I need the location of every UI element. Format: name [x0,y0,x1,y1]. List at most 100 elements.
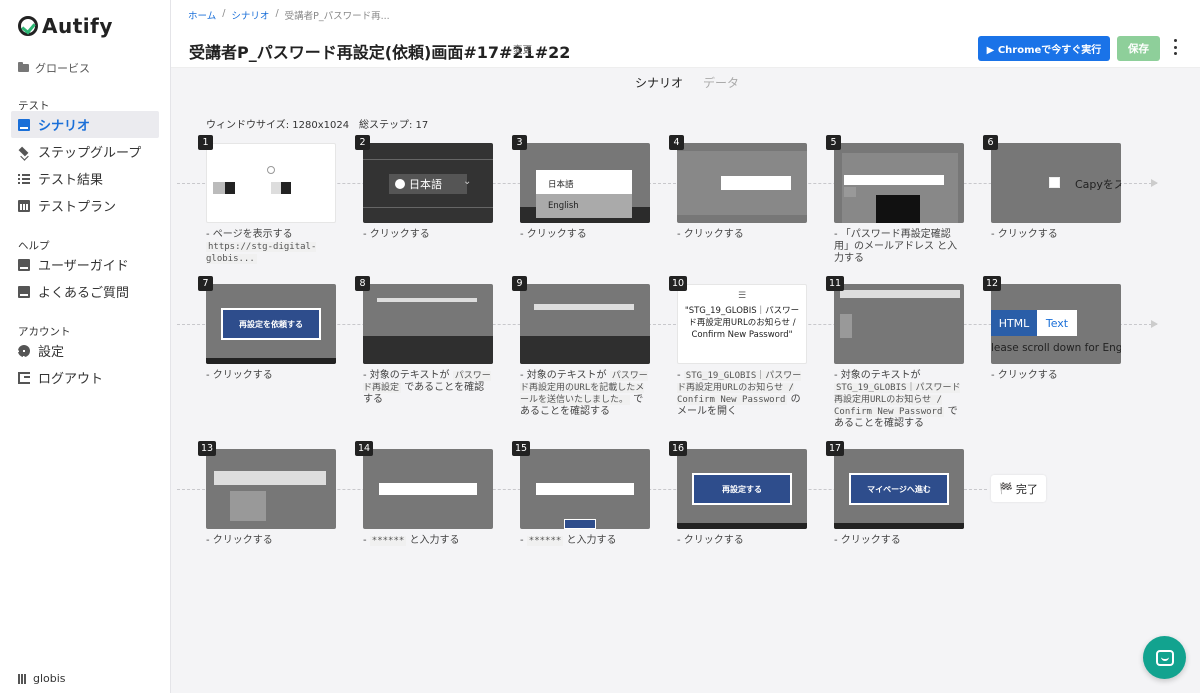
tab-data[interactable]: データ [703,74,739,91]
checkered-flag-icon: 🏁 [999,482,1013,495]
step-card[interactable]: 13 - クリックする [198,441,336,547]
step-card[interactable]: 8 - 対象のテキストが パスワード再設定 であることを確認する [355,276,493,406]
total-steps: 総ステップ: 17 [359,120,429,131]
sidebar: Autify グロービス テスト シナリオ ステップグループ テスト結果 テスト… [0,0,171,693]
step-number: 12 [983,276,1002,291]
book-icon [18,118,30,131]
step-thumbnail [520,284,650,364]
list-icon [18,172,30,185]
chat-icon [1155,649,1174,666]
calendar-icon [18,199,30,212]
step-card[interactable]: 6 Capyをス - クリックする [983,135,1121,241]
step-thumbnail [520,449,650,529]
sidebar-item-test-results[interactable]: テスト結果 [11,165,159,192]
step-description: - STG_19_GLOBIS｜パスワード再設定用URLのお知らせ / Conf… [677,370,802,417]
step-card[interactable]: 17 マイページへ進む - クリックする [826,441,964,547]
sidebar-item-logout[interactable]: ログアウト [11,364,159,391]
step-description: - クリックする [991,229,1058,240]
sidebar-item-label: 設定 [38,345,65,360]
breadcrumb-scenario[interactable]: シナリオ [231,8,269,22]
tabs: シナリオ データ [171,67,1200,96]
step-card[interactable]: 4 - クリックする [669,135,807,241]
step-description: - クリックする [206,370,273,381]
step-description: - 対象のテキストが パスワード再設定 であることを確認する [363,370,491,405]
save-button[interactable]: 保存 [1117,36,1160,61]
sidebar-item-test-plan[interactable]: テストプラン [11,192,159,219]
step-description: - クリックする [206,535,273,546]
step-card[interactable]: 7 再設定を依頼する - クリックする [198,276,336,382]
step-card[interactable]: 12 HTML Text lease scroll down for Eng -… [983,276,1121,382]
list-icon: ☰ [738,291,747,301]
step-card[interactable]: 11 - 対象のテキストが STG_19_GLOBIS｜パスワード再設定用URL… [826,276,964,430]
sidebar-item-faq[interactable]: よくあるご質問 [11,278,159,305]
step-number: 14 [355,441,374,456]
step-number: 7 [198,276,213,291]
project-selector[interactable]: グロービス [18,60,90,76]
step-description: - クリックする [677,535,744,546]
sidebar-item-user-guide[interactable]: ユーザーガイド [11,251,159,278]
flow-arrow-icon [1151,179,1158,187]
step-number: 11 [826,276,845,291]
run-in-chrome-button[interactable]: ▶ Chromeで今すぐ実行 [978,36,1110,61]
book-icon [18,285,30,298]
globe-icon [267,166,275,174]
step-thumbnail: 日本語 English [520,143,650,223]
organization[interactable]: globis [18,672,66,685]
tab-scenario[interactable]: シナリオ [635,74,683,91]
edit-title-button[interactable]: 変更 [513,42,532,56]
step-description: - 対象のテキストが パスワード再設定用のURLを記載したメールを送信いたしまし… [520,370,648,417]
step-card[interactable]: 16 再設定する - クリックする [669,441,807,547]
step-description: - ****** と入力する [363,535,460,546]
folder-icon [18,62,29,72]
window-size: ウィンドウサイズ: 1280x1024 [206,120,350,131]
step-thumbnail [206,143,336,223]
sidebar-item-label: テストプラン [38,200,117,215]
sidebar-item-scenario[interactable]: シナリオ [11,111,159,138]
step-card[interactable]: 14 - ****** と入力する [355,441,493,547]
step-thumbnail: マイページへ進む [834,449,964,529]
autify-logo-icon [18,16,38,36]
step-number: 13 [198,441,217,456]
autify-logo[interactable]: Autify [18,14,113,38]
step-thumbnail: 再設定する [677,449,807,529]
step-card[interactable]: 1 - ページを表示する https://stg-digital-globis.… [198,135,336,265]
step-thumbnail [677,143,807,223]
sidebar-item-label: よくあるご質問 [38,286,130,301]
sidebar-item-settings[interactable]: 設定 [11,337,159,364]
step-number: 8 [355,276,370,291]
sidebar-item-label: ステップグループ [38,146,142,161]
step-card[interactable]: 15 - ****** と入力する [512,441,650,547]
step-card[interactable]: 5 - 「パスワード再設定確認用」のメールアドレス と入力する [826,135,964,265]
step-thumbnail [363,449,493,529]
step-card[interactable]: 2 日本語 ⌄ - クリックする [355,135,493,241]
chat-support-button[interactable] [1143,636,1186,679]
building-icon [18,673,27,684]
step-number: 9 [512,276,527,291]
step-description: - クリックする [677,229,744,240]
breadcrumb-home[interactable]: ホーム [188,8,216,22]
step-number: 3 [512,135,527,150]
step-card[interactable]: 3 日本語 English - クリックする [512,135,650,241]
step-number: 4 [669,135,684,150]
sidebar-item-label: シナリオ [38,119,91,134]
sidebar-item-step-group[interactable]: ステップグループ [11,138,159,165]
logout-icon [18,371,30,384]
sidebar-item-label: テスト結果 [38,173,104,188]
step-description: - クリックする [991,370,1058,381]
step-thumbnail [834,143,964,223]
checkbox-icon [1049,177,1060,188]
step-card[interactable]: 10 ☰ "STG_19_GLOBIS｜パスワード再設定用URLのお知らせ / … [669,276,807,418]
step-description: - クリックする [363,229,430,240]
step-number: 2 [355,135,370,150]
step-thumbnail [363,284,493,364]
step-card[interactable]: 9 - 対象のテキストが パスワード再設定用のURLを記載したメールを送信いたし… [512,276,650,418]
gear-icon [18,344,30,357]
more-options-icon[interactable] [1172,39,1178,55]
step-thumbnail: Capyをス [991,143,1121,223]
scenario-canvas: ウィンドウサイズ: 1280x1024 総ステップ: 17 1 - ページを表示… [171,96,1200,693]
organization-name: globis [33,672,66,685]
finish-node: 🏁 完了 [991,475,1046,502]
step-number: 10 [669,276,688,291]
step-description: - ****** と入力する [520,535,617,546]
step-number: 16 [669,441,688,456]
